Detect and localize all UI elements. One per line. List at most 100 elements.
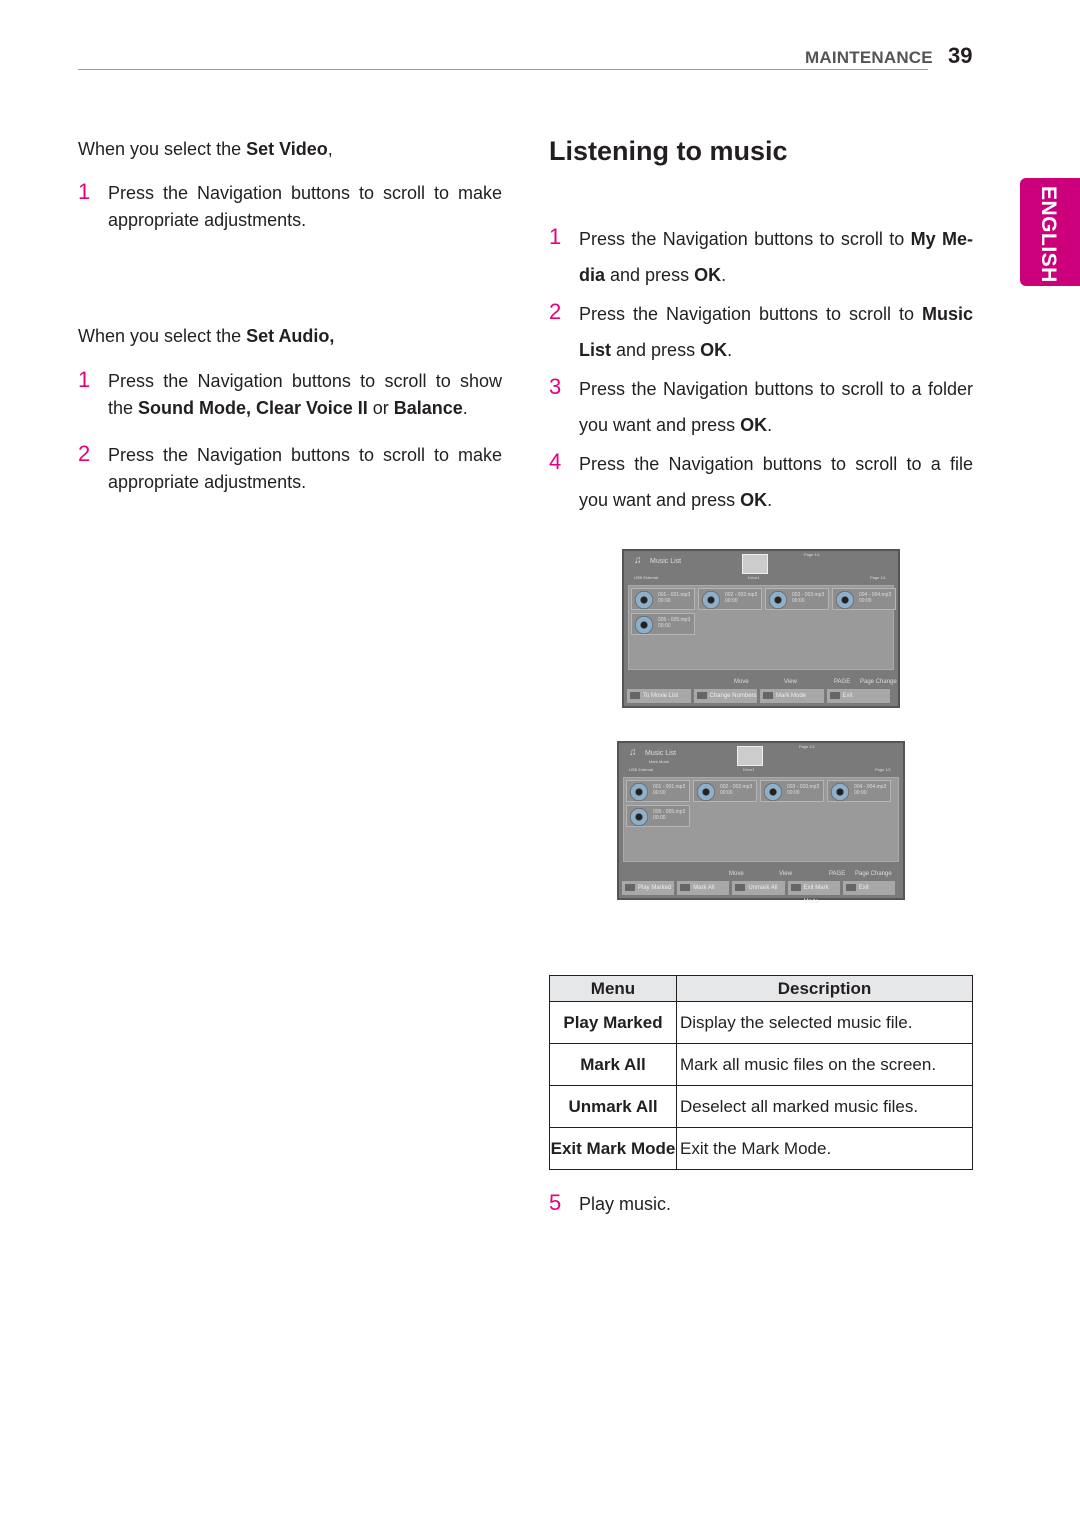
table-row: Exit Mark Mode Exit the Mark Mode.: [549, 1127, 973, 1170]
text: .: [767, 415, 773, 435]
folder-label: Drive1: [748, 575, 760, 580]
audio-step-1: 1 Press the Navigation buttons to scroll …: [78, 367, 502, 422]
step-number: 1: [78, 179, 91, 204]
text: .: [767, 490, 773, 510]
hint-label: PAGE: [829, 871, 846, 877]
file-item: 005 - 005.mp3 00:00: [626, 805, 690, 827]
bold-text: OK: [740, 415, 768, 435]
description-cell: Exit the Mark Mode.: [676, 1127, 973, 1170]
file-info: 002 - 002.mp3 00:00: [720, 784, 752, 796]
page-indicator: Page 1/1: [799, 744, 816, 749]
audio-step-2: 2 Press the Navigation buttons to scroll …: [78, 441, 502, 496]
button-label: Exit: [858, 885, 869, 891]
file-info: 002 - 002.mp3 00:00: [725, 592, 757, 604]
function-button[interactable]: Change Numbers: [693, 689, 757, 703]
file-grid: 001 - 001.mp3 00:00 002 - 002.mp3 00:00 003 …: [623, 777, 899, 862]
source-label: USB External: [634, 575, 659, 580]
file-info: 005 - 005.mp3 00:00: [653, 809, 685, 821]
step-number: 2: [549, 299, 562, 324]
file-time: 00:00: [787, 790, 800, 796]
text: Press the Navigation buttons to scroll t…: [579, 454, 973, 510]
file-info: 001 - 001.mp3 00:00: [658, 592, 690, 604]
screen-title: Music List: [645, 750, 677, 757]
menu-cell: Unmark All: [549, 1085, 677, 1128]
page-label: Page 1/1: [874, 767, 891, 772]
file-item: 005 - 005.mp3 00:00: [631, 613, 695, 635]
bold-text: Set Video: [246, 139, 328, 159]
file-item: 003 - 003.mp3 00:00: [765, 588, 829, 610]
section-title: MAINTENANCE: [805, 48, 933, 67]
function-button[interactable]: Play Marked: [622, 881, 675, 895]
step-number: 4: [549, 449, 562, 474]
music-step-1: 1 Press the Navigation buttons to scroll …: [549, 221, 973, 293]
function-button[interactable]: Exit Mark Mode: [787, 881, 840, 905]
text: .: [727, 340, 733, 360]
folder-icon: [737, 746, 763, 766]
bold-text: Sound Mode, Clear Voice II: [138, 398, 368, 418]
button-label: Exit Mark Mode: [803, 885, 829, 905]
button-label: Mark All: [693, 885, 715, 891]
music-step-2: 2 Press the Navigation buttons to scroll …: [549, 296, 973, 368]
source-label: USB External: [629, 767, 654, 772]
disc-icon: [630, 783, 648, 801]
button-color-icon: [735, 884, 746, 891]
step-number: 5: [549, 1190, 562, 1215]
button-label: To Movie List: [643, 693, 679, 699]
button-color-icon: [845, 884, 856, 891]
hint-label: Move: [729, 871, 744, 877]
file-time: 00:00: [653, 790, 666, 796]
file-info: 001 - 001.mp3 00:00: [653, 784, 685, 796]
file-time: 00:00: [792, 598, 805, 604]
bold-text: Set Audio,: [246, 326, 335, 346]
function-button[interactable]: To Movie List: [627, 689, 691, 703]
function-button[interactable]: Mark Mode: [760, 689, 824, 703]
step-number: 3: [549, 374, 562, 399]
file-item: 002 - 002.mp3 00:00: [698, 588, 762, 610]
button-color-icon: [630, 692, 640, 699]
file-time: 00:00: [658, 598, 671, 604]
hint-label: View: [779, 871, 792, 877]
function-button[interactable]: Mark All: [677, 881, 730, 895]
table-row: Play Marked Display the selected music fi…: [549, 1001, 973, 1044]
file-item: 001 - 001.mp3 00:00: [626, 780, 690, 802]
file-item: 001 - 001.mp3 00:00: [631, 588, 695, 610]
disc-icon: [702, 591, 720, 609]
file-time: 00:00: [854, 790, 867, 796]
text: When you select the: [78, 139, 247, 159]
disc-icon: [831, 783, 849, 801]
page-number: 39: [948, 43, 973, 68]
menu-table: Menu Description Play Marked Display the s…: [549, 975, 973, 1170]
hint-label: Page Change: [860, 679, 897, 685]
page-label: Page 1/1: [869, 575, 886, 580]
text: or: [367, 398, 394, 418]
menu-cell: Mark All: [549, 1043, 677, 1086]
function-button[interactable]: Unmark All: [732, 881, 785, 895]
table-row: Mark All Mark all music files on the scre…: [549, 1043, 973, 1086]
music-list-screenshot: ♫ Music List Page 1/1 USB External Drive1 Pag…: [622, 549, 900, 708]
mark-mode-screenshot: ♫ Music List Mark Mode Page 1/1 USB External…: [617, 741, 905, 905]
text: .: [462, 398, 468, 418]
file-info: 004 - 004.mp3 00:00: [859, 592, 891, 604]
function-button[interactable]: Exit: [826, 689, 890, 703]
button-label: Exit: [842, 693, 853, 699]
music-step-5: 5 Play music.: [549, 1190, 973, 1218]
step-number: 2: [78, 441, 91, 466]
description-cell: Display the selected music file.: [676, 1001, 973, 1044]
file-time: 00:00: [720, 790, 733, 796]
text: Play music.: [579, 1194, 672, 1214]
music-step-3: 3 Press the Navigation buttons to scroll …: [549, 371, 973, 443]
text: Press the Navigation buttons to scroll t…: [108, 445, 502, 492]
button-label: Play Marked: [638, 885, 672, 891]
step-number: 1: [549, 224, 562, 249]
file-time: 00:00: [859, 598, 872, 604]
description-header: Description: [676, 975, 973, 1002]
text: When you select the: [78, 326, 247, 346]
hint-label: PAGE: [834, 679, 851, 685]
bold-text: Balance: [393, 398, 463, 418]
function-button[interactable]: Exit: [842, 881, 895, 895]
description-cell: Mark all music files on the screen.: [676, 1043, 973, 1086]
bold-text: OK: [740, 490, 768, 510]
file-info: 003 - 003.mp3 00:00: [792, 592, 824, 604]
page-title: Listening to music: [549, 136, 788, 166]
text: and press: [605, 265, 695, 285]
